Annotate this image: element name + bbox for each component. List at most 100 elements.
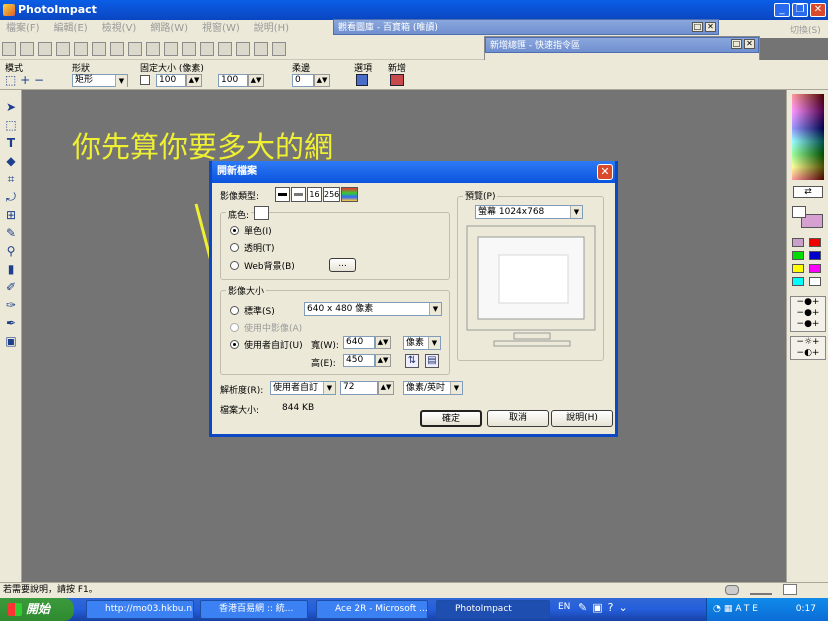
easypalette-panel-title[interactable]: 觀看圖庫 - 百寶箱 (唯讀) □ ✕ (333, 19, 719, 35)
menu-help[interactable]: 說明(H) (254, 23, 289, 34)
maximize-button[interactable]: ❐ (792, 3, 808, 17)
help-button[interactable]: 說明(H) (551, 410, 613, 427)
selection-mode-icons[interactable]: ⬚ + − (5, 73, 44, 87)
type-16-button[interactable]: 16 (307, 187, 322, 202)
bg-solid-radio[interactable] (230, 226, 239, 235)
slice-tool-icon[interactable]: ⊞ (4, 208, 18, 222)
bg-transparent-radio[interactable] (230, 243, 239, 252)
panel2-titlebar[interactable]: 新增總匯 - 快速指令區 □ ✕ (485, 37, 759, 53)
height-input[interactable]: 450 (343, 354, 375, 367)
width-input[interactable]: 640 (343, 336, 375, 349)
options-icon[interactable] (356, 74, 368, 86)
menu-window[interactable]: 視窗(W) (202, 23, 240, 34)
dialog-close-button[interactable]: ✕ (597, 164, 613, 180)
fixed-width-input[interactable]: 100 (156, 74, 186, 87)
browse-button[interactable]: ... (329, 258, 356, 272)
menu-file[interactable]: 檔案(F) (6, 23, 40, 34)
task-hkweb[interactable]: 香港百易網 :: 統... (200, 600, 308, 619)
foreground-color-swatch[interactable] (792, 206, 806, 218)
pick-tool-icon[interactable]: ➤ (4, 100, 18, 114)
switch-label[interactable]: 切換(S) (790, 23, 821, 36)
menu-web[interactable]: 網路(W) (150, 23, 188, 34)
swatch-pink[interactable] (792, 238, 804, 247)
zoom-icon[interactable] (236, 42, 250, 56)
type-256-button[interactable]: 256 (323, 187, 340, 202)
size-standard-radio[interactable] (230, 306, 239, 315)
path-tool-icon[interactable]: ▣ (4, 334, 18, 348)
transform-tool-icon[interactable]: ⤾ (4, 190, 18, 204)
selection-tool-icon[interactable]: ⬚ (4, 118, 18, 132)
minimize-button[interactable]: _ (774, 3, 790, 17)
shape-tool-icon[interactable]: ◆ (4, 154, 18, 168)
open-icon[interactable] (20, 42, 34, 56)
shape-select[interactable]: 矩形 ▼ (72, 74, 128, 87)
paint-tool-icon[interactable]: ✐ (4, 280, 18, 294)
fixed-height-input[interactable]: 100 (218, 74, 248, 87)
swatch-blue[interactable] (809, 251, 821, 260)
save-icon[interactable] (38, 42, 52, 56)
scan-icon[interactable] (92, 42, 106, 56)
task-ie[interactable]: http://mo03.hkbu.n... (86, 600, 194, 619)
width-spinner[interactable]: ▲▼ (186, 74, 202, 87)
ime-icons[interactable]: ✎▣?⌄ (578, 601, 633, 614)
new-object-icon[interactable] (390, 74, 404, 86)
new-file-icon[interactable] (2, 42, 16, 56)
swap-dimensions-icon[interactable]: ⇅ (405, 354, 419, 368)
size-current-radio[interactable] (230, 323, 239, 332)
close-button[interactable]: ✕ (810, 3, 826, 17)
bg-web-radio[interactable] (230, 261, 239, 270)
soft-edge-input[interactable]: 0 (292, 74, 314, 87)
copy-icon[interactable] (128, 42, 142, 56)
panel1-close-icon[interactable]: ✕ (705, 22, 716, 32)
print-icon[interactable] (56, 42, 70, 56)
preview-icon[interactable] (74, 42, 88, 56)
swatch-magenta[interactable] (809, 264, 821, 273)
layer-icon[interactable] (200, 42, 214, 56)
swatch-red[interactable] (809, 238, 821, 247)
task-word[interactable]: Ace 2R - Microsoft ... (316, 600, 428, 619)
height-input-spinner[interactable]: ▲▼ (375, 354, 391, 367)
frame-icon[interactable] (272, 42, 286, 56)
eyedropper-tool-icon[interactable]: ✎ (4, 226, 18, 240)
tray-icons[interactable]: ◔▦ATE (713, 604, 761, 614)
menu-view[interactable]: 檢視(V) (102, 23, 137, 34)
preview-screen-select[interactable]: 螢幕 1024x768 ▼ (475, 205, 583, 219)
resolution-spinner[interactable]: ▲▼ (378, 381, 394, 395)
menu-edit[interactable]: 編輯(E) (54, 23, 88, 34)
text-tool-icon[interactable]: T (4, 136, 18, 150)
language-indicator[interactable]: EN (558, 602, 570, 612)
rgb-adjust-panel[interactable]: −●+ −●+ −●+ (790, 296, 826, 332)
fill-tool-icon[interactable]: ▮ (4, 262, 18, 276)
crop-tool-icon[interactable]: ⌗ (4, 172, 18, 186)
globe-icon[interactable] (218, 42, 232, 56)
panel2-close-icon[interactable]: ✕ (744, 39, 755, 49)
swatch-yellow[interactable] (792, 264, 804, 273)
undo-icon[interactable] (164, 42, 178, 56)
retouch-tool-icon[interactable]: ✒ (4, 316, 18, 330)
brightness-adjust-panel[interactable]: −☼+ −◐+ (790, 336, 826, 360)
resolution-unit-select[interactable]: 像素/英吋 ▼ (403, 381, 463, 395)
type-truecolor-button[interactable] (341, 187, 358, 202)
soft-edge-spinner[interactable]: ▲▼ (314, 74, 330, 87)
bg-color-swatch[interactable] (254, 206, 269, 220)
cut-icon[interactable] (110, 42, 124, 56)
redo-icon[interactable] (182, 42, 196, 56)
swatch-white[interactable] (809, 277, 821, 286)
width-input-spinner[interactable]: ▲▼ (375, 336, 391, 349)
paste-icon[interactable] (146, 42, 160, 56)
swap-colors-icon[interactable]: ⇄ (793, 186, 823, 198)
panel2-restore-icon[interactable]: □ (731, 39, 742, 49)
swatch-green[interactable] (792, 251, 804, 260)
zoom-tool-icon[interactable]: ⚲ (4, 244, 18, 258)
size-custom-radio[interactable] (230, 340, 239, 349)
resolution-mode-select[interactable]: 使用者自訂 ▼ (270, 381, 336, 395)
standard-size-select[interactable]: 640 x 480 像素 ▼ (304, 302, 442, 316)
height-spinner[interactable]: ▲▼ (248, 74, 264, 87)
swatch-cyan[interactable] (792, 277, 804, 286)
type-gray-button[interactable] (291, 187, 306, 202)
panel1-restore-icon[interactable]: □ (692, 22, 703, 32)
unit-select[interactable]: 像素 ▼ (403, 336, 441, 350)
fixed-size-checkbox[interactable] (140, 75, 150, 85)
crop-icon[interactable] (254, 42, 268, 56)
resolution-input[interactable]: 72 (340, 381, 378, 395)
